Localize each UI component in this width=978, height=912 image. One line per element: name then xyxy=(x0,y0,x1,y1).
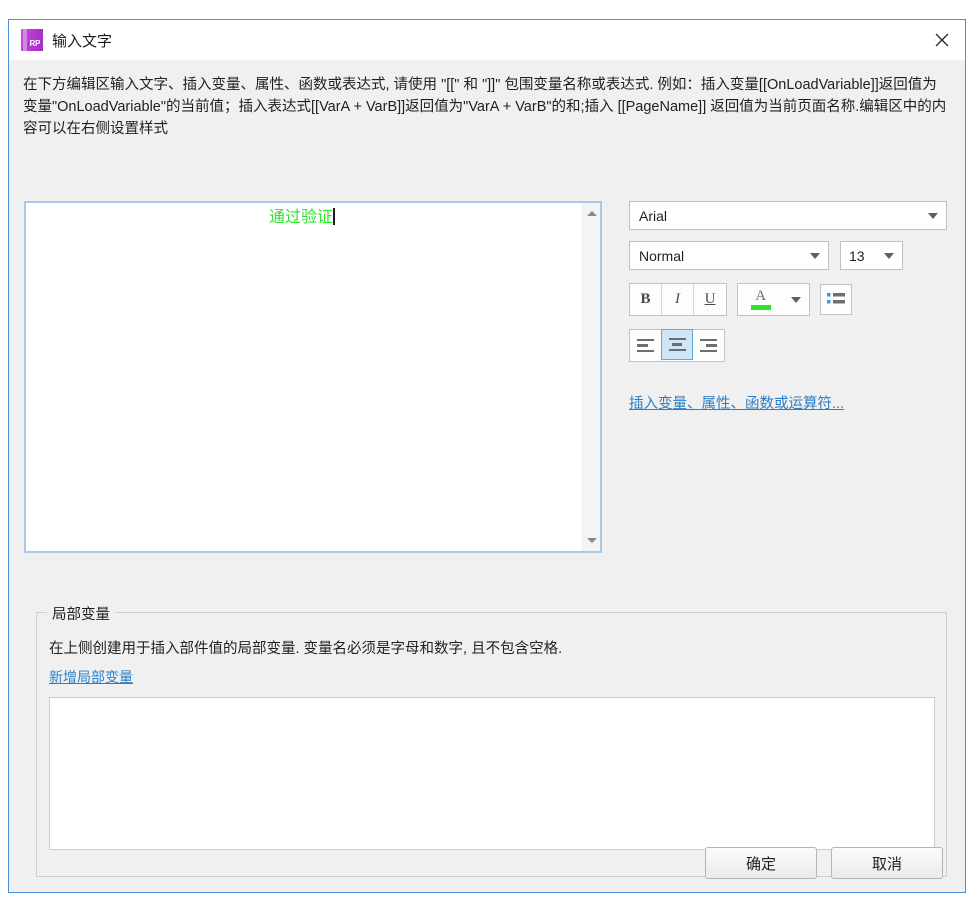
align-left-icon xyxy=(637,338,654,353)
text-color-button[interactable]: A xyxy=(738,284,784,315)
font-color-a-icon: A xyxy=(755,288,767,304)
editor-canvas[interactable]: 通过验证 xyxy=(26,203,582,551)
text-style-button-group: B I U xyxy=(629,283,727,316)
chevron-down-icon[interactable] xyxy=(876,252,902,259)
chevron-down-icon[interactable] xyxy=(920,212,946,219)
local-variables-list[interactable] xyxy=(49,697,935,850)
editor-text: 通过验证 xyxy=(268,209,333,226)
font-style-value: Normal xyxy=(639,247,685,264)
text-caret xyxy=(333,208,335,225)
instructions-text: 在下方编辑区输入文字、插入变量、属性、函数或表达式, 请使用 "[[" 和 "]… xyxy=(23,77,947,137)
font-size-select[interactable]: 13 xyxy=(840,241,903,270)
underline-button[interactable]: U xyxy=(694,284,726,315)
axure-rp-logo-icon: RP xyxy=(21,29,43,51)
align-right-button[interactable] xyxy=(692,330,724,361)
text-editor[interactable]: 通过验证 xyxy=(24,201,602,553)
editor-line: 通过验证 xyxy=(26,207,582,229)
local-variables-description: 在上侧创建用于插入部件值的局部变量. 变量名必须是字母和数字, 且不包含空格. xyxy=(49,641,563,657)
bold-button[interactable]: B xyxy=(630,284,662,315)
align-left-button[interactable] xyxy=(630,330,662,361)
input-text-dialog: RP 输入文字 在下方编辑区输入文字、插入变量、属性、函数或表达式, 请使用 "… xyxy=(8,19,966,893)
bullet-list-button[interactable] xyxy=(820,284,852,315)
align-center-button[interactable] xyxy=(661,329,693,360)
local-variables-title: 局部变量 xyxy=(47,603,115,624)
dialog-body: 在下方编辑区输入文字、插入变量、属性、函数或表达式, 请使用 "[[" 和 "]… xyxy=(9,60,965,892)
chevron-down-icon[interactable] xyxy=(783,284,809,315)
close-icon[interactable] xyxy=(919,20,965,59)
insert-variable-link[interactable]: 插入变量、属性、函数或运算符... xyxy=(629,392,844,413)
chevron-down-icon[interactable] xyxy=(802,252,828,259)
text-color-button-group: A xyxy=(737,283,810,316)
font-size-value: 13 xyxy=(849,247,865,264)
align-center-icon xyxy=(668,337,686,352)
title-bar: RP 输入文字 xyxy=(9,20,965,60)
ok-button[interactable]: 确定 xyxy=(705,847,817,879)
add-local-variable-link[interactable]: 新增局部变量 xyxy=(49,667,133,687)
font-family-value: Arial xyxy=(639,207,668,224)
format-panel: Arial Normal 13 B I U A 插入变量、属性、函数或运算符..… xyxy=(629,201,947,413)
dialog-title: 输入文字 xyxy=(52,32,113,50)
font-family-select[interactable]: Arial xyxy=(629,201,947,230)
color-swatch xyxy=(750,305,771,310)
align-buttons-row xyxy=(629,329,947,362)
style-buttons-row: B I U A xyxy=(629,283,947,316)
alignment-button-group xyxy=(629,329,725,362)
font-style-size-row: Normal 13 xyxy=(629,241,947,270)
triangle-down-icon[interactable] xyxy=(583,532,600,549)
italic-button[interactable]: I xyxy=(662,284,694,315)
triangle-up-icon[interactable] xyxy=(583,205,600,222)
cancel-button[interactable]: 取消 xyxy=(831,847,943,879)
editor-vertical-scrollbar[interactable] xyxy=(582,203,600,551)
dialog-footer: 确定 取消 xyxy=(9,834,965,892)
align-right-icon xyxy=(699,338,717,353)
app-icon-label: RP xyxy=(29,39,40,48)
font-style-select[interactable]: Normal xyxy=(629,241,829,270)
bullet-list-icon xyxy=(827,291,845,308)
